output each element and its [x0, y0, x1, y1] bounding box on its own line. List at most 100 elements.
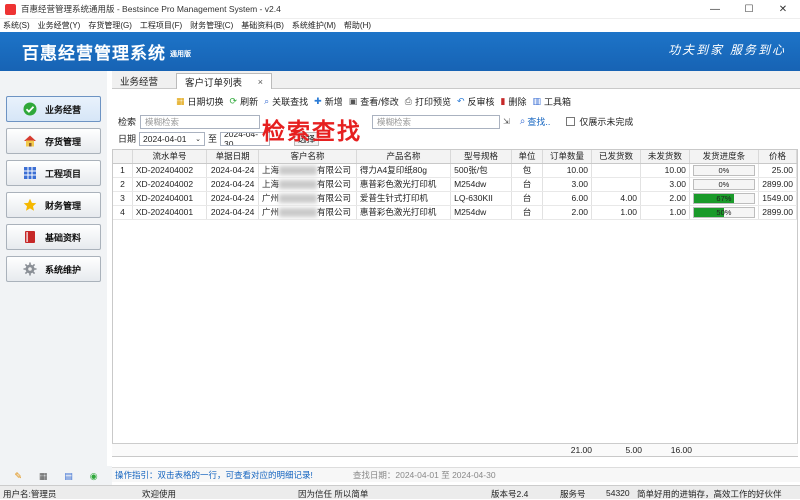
status-service-number: 54320: [606, 488, 630, 498]
title-bar: 百惠经营管理系统通用版 - Bestsince Pro Management S…: [0, 0, 800, 19]
column-header[interactable]: 未发货数: [640, 150, 690, 164]
customer-name: 广州 有限公司: [258, 205, 357, 220]
report-icon[interactable]: ▤: [64, 471, 73, 482]
close-button[interactable]: ✕: [766, 0, 800, 19]
menu-maintenance[interactable]: 系统维护(M): [292, 20, 336, 31]
menu-help[interactable]: 帮助(H): [344, 20, 371, 31]
edit-icon: ▣: [348, 95, 358, 106]
progress-cell: 0%: [689, 177, 759, 192]
button-label: 工具箱: [544, 96, 572, 107]
menu-inventory[interactable]: 存货管理(G): [88, 20, 132, 31]
sidebar-item-project[interactable]: 工程项目: [6, 160, 101, 186]
menu-business[interactable]: 业务经营(Y): [38, 20, 81, 31]
total-pending: 16.00: [670, 445, 692, 455]
menu-system[interactable]: 系统(S): [3, 20, 30, 31]
refresh-button[interactable]: ⟳ 刷新: [230, 93, 259, 109]
date-switch-button[interactable]: ▦ 日期切换: [176, 93, 224, 109]
order-date: 2024-04-24: [206, 177, 260, 192]
toolbar: ▦ 日期切换 ⟳ 刷新 ⌕ 关联查找 ✚ 新增 ▣ 查看/修改 ⎙ 打印预览 ↶ 反审核 ▮ 删…: [112, 91, 800, 111]
maximize-button[interactable]: ☐: [732, 0, 766, 19]
search-row: 检索 模糊检索 模糊检索 ⇲ ⌕ 查找.. 仅展示未完成: [112, 113, 800, 130]
search-button[interactable]: 查找..: [527, 115, 550, 128]
table-header-row: 流水单号 单据日期 客户名称 产品名称 型号规格 单位 订单数量 已发货数 未发…: [113, 150, 798, 164]
related-search-button[interactable]: ⌕ 关联查找: [264, 93, 308, 109]
customer-name: 广州 有限公司: [258, 191, 357, 206]
column-header[interactable]: 单位: [511, 150, 544, 164]
customer-city: 上海: [262, 165, 280, 175]
menu-project[interactable]: 工程项目(F): [140, 20, 182, 31]
customer-city: 广州: [262, 193, 280, 203]
date-from-field[interactable]: 2024-04-01 ⌄: [139, 131, 206, 146]
sidebar-item-finance[interactable]: 财务管理: [6, 192, 101, 218]
unit: 台: [511, 191, 544, 206]
sidebar-item-label: 财务管理: [45, 200, 82, 211]
column-header[interactable]: 产品名称: [356, 150, 452, 164]
customer-city: 广州: [262, 207, 280, 217]
column-header[interactable]: 客户名称: [258, 150, 357, 164]
button-label: 关联查找: [272, 96, 309, 107]
progress-bar: 67%: [692, 192, 755, 204]
column-header[interactable]: [113, 150, 133, 164]
status-service-label: 服务号: [560, 489, 586, 499]
sidebar-item-maintenance[interactable]: 系统维护: [6, 256, 101, 282]
view-edit-button[interactable]: ▣ 查看/修改: [349, 93, 399, 109]
house-icon: [23, 134, 37, 148]
hint-bar: 操作指引：双击表格的一行，可查看对应的明细记录! 查找日期：2024-04-01…: [112, 467, 800, 482]
menu-finance[interactable]: 财务管理(C): [190, 20, 233, 31]
search-doc-icon: ⌕: [264, 95, 270, 106]
book-icon: [23, 230, 37, 244]
unaudit-button[interactable]: ↶ 反审核: [457, 93, 495, 109]
customer-city: 上海: [262, 179, 280, 189]
column-header[interactable]: 型号规格: [450, 150, 512, 164]
minimize-button[interactable]: —: [698, 0, 732, 19]
star-icon: [23, 198, 37, 212]
note-icon[interactable]: ✎: [14, 471, 22, 482]
column-header[interactable]: 已发货数: [591, 150, 641, 164]
sidebar-item-inventory[interactable]: 存货管理: [6, 128, 101, 154]
menu-basic-data[interactable]: 基础资料(B): [241, 20, 284, 31]
progress-cell: 0%: [689, 163, 759, 178]
progress-bar: 0%: [692, 178, 755, 190]
order-qty: 2.00: [542, 205, 592, 220]
column-header[interactable]: 发货进度条: [689, 150, 759, 164]
print-preview-button[interactable]: ⎙ 打印预览: [405, 93, 451, 109]
progress-bar: 0%: [692, 164, 755, 176]
gear-icon: [23, 262, 37, 276]
order-date: 2024-04-24: [206, 205, 260, 220]
add-button[interactable]: ✚ 新增: [314, 93, 343, 109]
column-header[interactable]: 价格: [758, 150, 798, 164]
column-header[interactable]: 流水单号: [132, 150, 208, 164]
column-header[interactable]: 单据日期: [206, 150, 260, 164]
sidebar-item-business[interactable]: 业务经营: [6, 96, 101, 122]
unit: 台: [511, 205, 544, 220]
table-row[interactable]: 4 XD-202404001 2024-04-24 广州 有限公司 惠普彩色激光打印机 M2…: [113, 205, 798, 220]
incomplete-checkbox[interactable]: [566, 117, 576, 126]
search-dropdown-icon[interactable]: ⇲: [503, 117, 510, 126]
model-spec: 500张/包: [450, 163, 512, 178]
sidebar-item-basic-data[interactable]: 基础资料: [6, 224, 101, 250]
calculator-icon[interactable]: ▦: [39, 471, 48, 482]
column-header[interactable]: 订单数量: [542, 150, 592, 164]
delete-button[interactable]: ▮ 删除: [501, 93, 527, 109]
order-number: XD-202404001: [132, 191, 208, 206]
order-qty: 10.00: [542, 163, 592, 178]
status-motto: 因为信任 所以简单: [298, 489, 369, 499]
table-row[interactable]: 3 XD-202404001 2024-04-24 广州 有限公司 爱普生针式打印机 LQ-…: [113, 191, 798, 206]
tab-label: 业务经营: [120, 77, 159, 88]
redacted-text: [279, 194, 318, 204]
total-qty: 21.00: [570, 445, 592, 455]
tab-business[interactable]: 业务经营: [112, 73, 172, 89]
search-overlay-text: 检索查找: [262, 119, 362, 145]
table-row[interactable]: 2 XD-202404002 2024-04-24 上海 有限公司 惠普彩色激光打印机 M2…: [113, 177, 798, 192]
close-tab-icon[interactable]: ×: [258, 77, 263, 87]
search-input[interactable]: 模糊检索: [140, 114, 261, 129]
refresh-icon[interactable]: ◉: [90, 471, 98, 482]
price: 1549.00: [758, 191, 798, 206]
printer-icon: ⎙: [404, 95, 412, 106]
product-name: 得力A4复印纸80g: [356, 163, 452, 178]
tab-customer-orders[interactable]: 客户订单列表 ×: [176, 73, 272, 89]
toolbox-button[interactable]: ▥ 工具箱: [533, 93, 572, 109]
search-input-2[interactable]: 模糊检索: [372, 114, 501, 129]
progress-label: 0%: [718, 179, 730, 189]
table-row[interactable]: 1 XD-202404002 2024-04-24 上海 有限公司 得力A4复印纸80g 5…: [113, 163, 798, 178]
